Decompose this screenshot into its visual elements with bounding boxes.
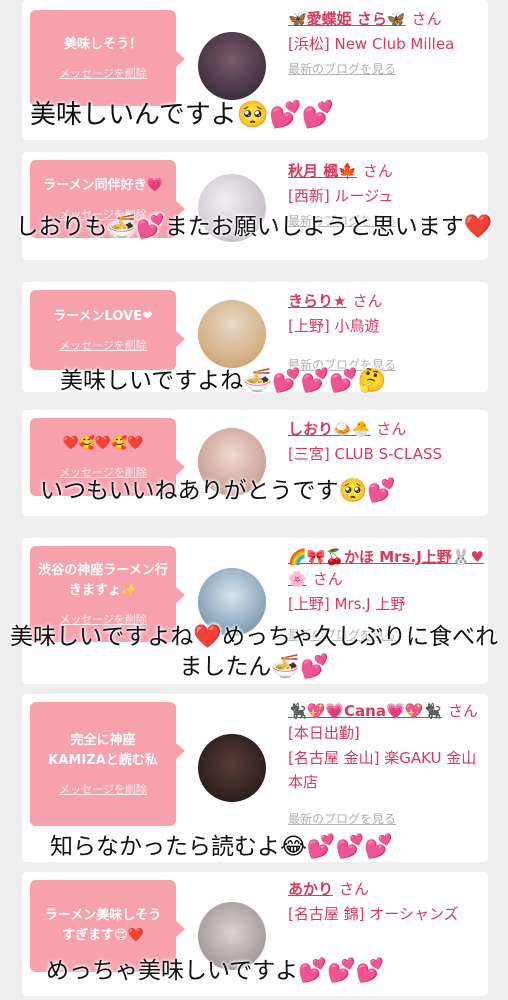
caption-text: めっちゃ美味しいですよ💕💕💕 <box>46 958 385 984</box>
user-info: しおり🍛🐣 さん [三宮] CLUB S-CLASS <box>288 418 484 466</box>
caption-text: 美味しいんですよ🥺💕💕 <box>30 100 334 130</box>
avatar[interactable] <box>198 300 266 368</box>
message-bubble: ラーメンLOVE❤ メッセージを削除 <box>30 290 185 370</box>
honorific: さん <box>376 420 407 438</box>
caption-text: しおりも🍜💕またお願いしようと思います❤️ <box>15 214 493 240</box>
shop-name: [三宮] CLUB S-CLASS <box>288 445 443 463</box>
user-info: あかり さん [名古屋 錦] オーシャンズ <box>288 878 484 926</box>
caption-text: 知らなかったら読むよ😂💕💕💕 <box>50 834 393 860</box>
user-name-link[interactable]: 🦋愛蝶姫 さら🦋 <box>288 10 406 28</box>
message-text: 美味しそう！ <box>63 37 142 52</box>
shop-name: [西新] ルージュ <box>288 187 394 205</box>
message-text: ラーメン同伴好き💗 <box>43 178 163 193</box>
latest-blog-link[interactable]: 最新のブログを見る <box>288 60 484 77</box>
shop-name: [上野] 小鳥遊 <box>288 317 380 335</box>
shop-name: [名古屋 錦] オーシャンズ <box>288 905 459 923</box>
delete-message-link[interactable]: メッセージを削除 <box>59 65 147 81</box>
message-bubble: 美味しそう！ メッセージを削除 <box>30 10 185 106</box>
comment-card: ラーメン同伴好き💗 メッセージを削除 秋月 楓🍁 さん [西新] ルージュ 最新の… <box>22 152 488 260</box>
user-info: きらり★ さん [上野] 小鳥遊 最新のブログを見る <box>288 290 484 373</box>
honorific: さん <box>362 162 393 180</box>
message-text: ❤️🥰❤️🥰❤️ <box>62 436 144 451</box>
user-name-link[interactable]: しおり🍛🐣 <box>288 420 370 438</box>
caption-text: 美味しいですよね❤️めっちゃ久しぶりに食べれましたん🍜💕 <box>10 624 498 680</box>
shop-name: [上野] Mrs.J 上野 <box>288 595 406 613</box>
user-name-link[interactable]: あかり <box>288 880 333 898</box>
caption-text: 美味しいですよね🍜💕💕💕🤔 <box>60 368 387 394</box>
honorific: さん <box>339 880 370 898</box>
message-bubble: 完全に神座KAMIZAと読む私 メッセージを削除 <box>30 702 185 826</box>
user-info: 🦋愛蝶姫 さら🦋 さん [浜松] New Club Millea 最新のブログを見… <box>288 8 484 77</box>
latest-blog-link[interactable]: 最新のブログを見る <box>288 810 484 827</box>
message-text: 完全に神座KAMIZAと読む私 <box>48 733 158 768</box>
message-text: 渋谷の神座ラーメン行きますょ✨ <box>38 563 168 598</box>
honorific: さん <box>312 570 343 588</box>
honorific: さん <box>411 10 442 28</box>
delete-message-link[interactable]: メッセージを削除 <box>59 337 147 353</box>
honorific: さん <box>352 292 383 310</box>
user-name-link[interactable]: きらり★ <box>288 292 346 310</box>
user-name-link[interactable]: 秋月 楓🍁 <box>288 162 357 180</box>
caption-text: いつもいいねありがとうです🥺💕 <box>40 478 396 504</box>
user-info: 🐈‍⬛💖💗Cana💗💖🐈‍⬛ さん[本日出勤] [名古屋 金山] 楽GAKU 金山… <box>288 700 484 827</box>
avatar[interactable] <box>198 734 266 802</box>
delete-message-link[interactable]: メッセージを削除 <box>59 781 147 797</box>
message-text: ラーメンLOVE❤ <box>53 309 153 324</box>
user-name-link[interactable]: 🐈‍⬛💖💗Cana💗💖🐈‍⬛ <box>288 702 442 720</box>
shop-name: [名古屋 金山] 楽GAKU 金山本店 <box>288 749 477 791</box>
message-text: ラーメン美味しそうすぎます😍❤️ <box>44 908 162 943</box>
avatar[interactable] <box>198 32 266 100</box>
shop-name: [浜松] New Club Millea <box>288 35 455 53</box>
